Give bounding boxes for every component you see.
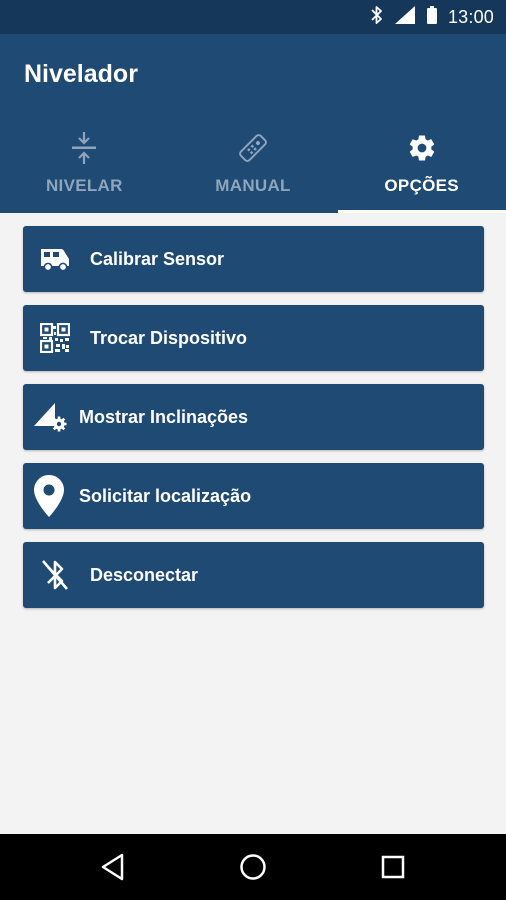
bluetooth-disabled-icon — [37, 557, 73, 593]
request-location-button[interactable]: Solicitar localização — [23, 463, 484, 529]
options-menu: Calibrar Sensor Trocar Dispositivo Mostr… — [23, 226, 484, 621]
bluetooth-icon — [370, 5, 384, 30]
tab-label: NIVELAR — [45, 176, 123, 195]
app-bar: Nivelador NIVELAR MANUAL OPÇÕES — [0, 34, 506, 213]
recents-icon[interactable] — [377, 851, 409, 883]
tab-nivelar[interactable]: NIVELAR — [0, 122, 169, 213]
active-tab-indicator — [338, 210, 506, 213]
status-time: 13:00 — [447, 6, 494, 27]
status-bar: 13:00 — [0, 0, 506, 34]
remote-icon — [236, 128, 270, 168]
status-icons: 13:00 — [370, 0, 494, 34]
tab-label: OPÇÕES — [384, 176, 459, 195]
disconnect-button[interactable]: Desconectar — [23, 542, 484, 608]
navigation-bar — [0, 834, 506, 900]
location-pin-icon — [31, 473, 67, 519]
incline-settings-icon — [33, 399, 69, 435]
tab-manual[interactable]: MANUAL — [169, 122, 338, 213]
home-icon[interactable] — [237, 851, 269, 883]
calibrate-sensor-button[interactable]: Calibrar Sensor — [23, 226, 484, 292]
signal-icon — [394, 5, 416, 30]
menu-item-label: Calibrar Sensor — [90, 249, 225, 269]
back-icon[interactable] — [97, 851, 129, 883]
qr-code-icon — [37, 320, 73, 356]
show-inclinations-button[interactable]: Mostrar Inclinações — [23, 384, 484, 450]
level-icon — [71, 128, 97, 168]
menu-item-label: Mostrar Inclinações — [79, 407, 249, 427]
app-title: Nivelador — [24, 60, 138, 88]
change-device-button[interactable]: Trocar Dispositivo — [23, 305, 484, 371]
tab-label: MANUAL — [215, 176, 291, 195]
menu-item-label: Desconectar — [90, 565, 199, 585]
tab-bar: NIVELAR MANUAL OPÇÕES — [0, 122, 506, 213]
rv-icon — [37, 241, 73, 277]
menu-item-label: Solicitar localização — [79, 486, 252, 506]
menu-item-label: Trocar Dispositivo — [90, 328, 248, 348]
battery-icon — [426, 5, 438, 30]
tab-opcoes[interactable]: OPÇÕES — [337, 122, 506, 213]
gear-icon — [407, 128, 437, 168]
